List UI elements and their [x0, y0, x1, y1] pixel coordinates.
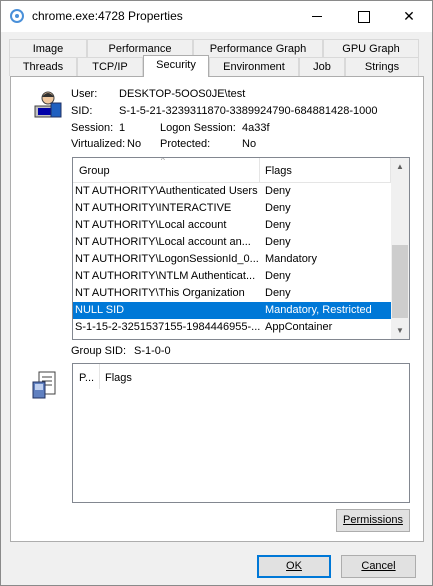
group-flags: Deny [265, 287, 291, 299]
group-flags: Mandatory [265, 253, 317, 265]
group-name: NT AUTHORITY\Authenticated Users [75, 185, 258, 197]
list-item[interactable]: NT AUTHORITY\NTLM Authenticat... Deny [73, 268, 391, 285]
group-flags: Mandatory, Restricted [265, 304, 372, 316]
group-name: NULL SID [75, 304, 125, 316]
tab-job[interactable]: Job [299, 57, 345, 76]
group-flags: AppContainer [265, 321, 333, 333]
ok-label: OK [286, 560, 302, 572]
sid-label: SID: [71, 105, 93, 117]
logon-session-value: 4a33f [242, 122, 270, 134]
title-bar[interactable]: chrome.exe:4728 Properties ✕ [1, 1, 432, 32]
chrome-icon [10, 9, 24, 23]
properties-window: chrome.exe:4728 Properties ✕ Image Perfo… [0, 0, 433, 586]
protected-label: Protected: [160, 138, 211, 150]
list-item-selected[interactable]: NULL SID Mandatory, Restricted [73, 302, 391, 319]
security-panel: User: DESKTOP-5OOS0JE\test SID: S-1-5-21… [10, 76, 424, 542]
column-header-flags[interactable]: Flags [105, 372, 132, 384]
column-divider[interactable] [259, 158, 260, 183]
group-flags: Deny [265, 236, 291, 248]
privileges-icon [32, 371, 56, 399]
group-sid-value: S-1-0-0 [134, 345, 171, 357]
tab-strings[interactable]: Strings [345, 57, 419, 76]
user-icon [34, 91, 62, 118]
group-flags: Deny [265, 185, 291, 197]
group-flags: Deny [265, 219, 291, 231]
user-value: DESKTOP-5OOS0JE\test [119, 88, 246, 100]
user-label: User: [71, 88, 98, 100]
list-item[interactable]: NT AUTHORITY\Authenticated Users Deny [73, 183, 391, 200]
sid-value: S-1-5-21-3239311870-3389924790-684881428… [119, 105, 378, 117]
list-item[interactable]: NT AUTHORITY\LogonSessionId_0... Mandato… [73, 251, 391, 268]
column-header-privilege[interactable]: P... [79, 372, 94, 384]
permissions-button[interactable]: Permissions [336, 509, 410, 532]
minimize-button[interactable] [294, 1, 340, 32]
tab-threads[interactable]: Threads [9, 57, 77, 76]
group-sid-label: Group SID: [71, 345, 127, 357]
logon-session-label: Logon Session: [160, 122, 236, 134]
group-name: NT AUTHORITY\Local account [75, 219, 227, 231]
vertical-scrollbar[interactable]: ▲ ▼ [391, 158, 409, 339]
virtualized-value: No [127, 138, 142, 150]
cancel-label: Cancel [361, 560, 396, 572]
column-divider[interactable] [99, 364, 100, 389]
protected-value: No [242, 138, 257, 150]
group-name: NT AUTHORITY\NTLM Authenticat... [75, 270, 256, 282]
privileges-list[interactable]: P... Flags [72, 363, 410, 503]
tab-environment[interactable]: Environment [209, 57, 299, 76]
column-header-group[interactable]: Group [79, 165, 110, 177]
group-name: NT AUTHORITY\Local account an... [75, 236, 251, 248]
group-name: NT AUTHORITY\LogonSessionId_0... [75, 253, 259, 265]
groups-list[interactable]: ^ Group Flags NT AUTHORITY\Authenticated… [72, 157, 410, 340]
column-header-flags[interactable]: Flags [265, 165, 292, 177]
group-name: S-1-15-2-3251537155-1984446955-... [75, 321, 260, 333]
tab-performance-graph[interactable]: Performance Graph [193, 39, 323, 58]
tab-security[interactable]: Security [143, 55, 209, 77]
virtualized-label: Virtualized: [71, 138, 126, 150]
sort-ascending-icon: ^ [161, 157, 165, 165]
ok-button[interactable]: OK [257, 555, 331, 578]
list-item[interactable]: NT AUTHORITY\This Organization Deny [73, 285, 391, 302]
maximize-button[interactable] [340, 1, 386, 32]
scroll-up-icon[interactable]: ▲ [391, 158, 409, 175]
tab-gpu-graph[interactable]: GPU Graph [323, 39, 419, 58]
session-value: 1 [119, 122, 126, 134]
tab-image[interactable]: Image [9, 39, 87, 58]
list-item[interactable]: NT AUTHORITY\Local account Deny [73, 217, 391, 234]
session-label: Session: [71, 122, 114, 134]
window-title: chrome.exe:4728 Properties [32, 9, 183, 23]
scrollbar-thumb[interactable] [392, 245, 408, 318]
group-name: NT AUTHORITY\This Organization [75, 287, 245, 299]
group-flags: Deny [265, 202, 291, 214]
cancel-button[interactable]: Cancel [341, 555, 416, 578]
list-item[interactable]: NT AUTHORITY\INTERACTIVE Deny [73, 200, 391, 217]
list-item[interactable]: S-1-15-2-3251537155-1984446955-... AppCo… [73, 319, 391, 336]
scroll-down-icon[interactable]: ▼ [391, 322, 409, 339]
groups-list-header: ^ Group Flags [73, 158, 391, 183]
group-flags: Deny [265, 270, 291, 282]
list-item[interactable]: NT AUTHORITY\Local account an... Deny [73, 234, 391, 251]
group-name: NT AUTHORITY\INTERACTIVE [75, 202, 232, 214]
tab-tcpip[interactable]: TCP/IP [77, 57, 143, 76]
close-button[interactable]: ✕ [386, 1, 432, 32]
permissions-label: Permissions [343, 514, 403, 526]
